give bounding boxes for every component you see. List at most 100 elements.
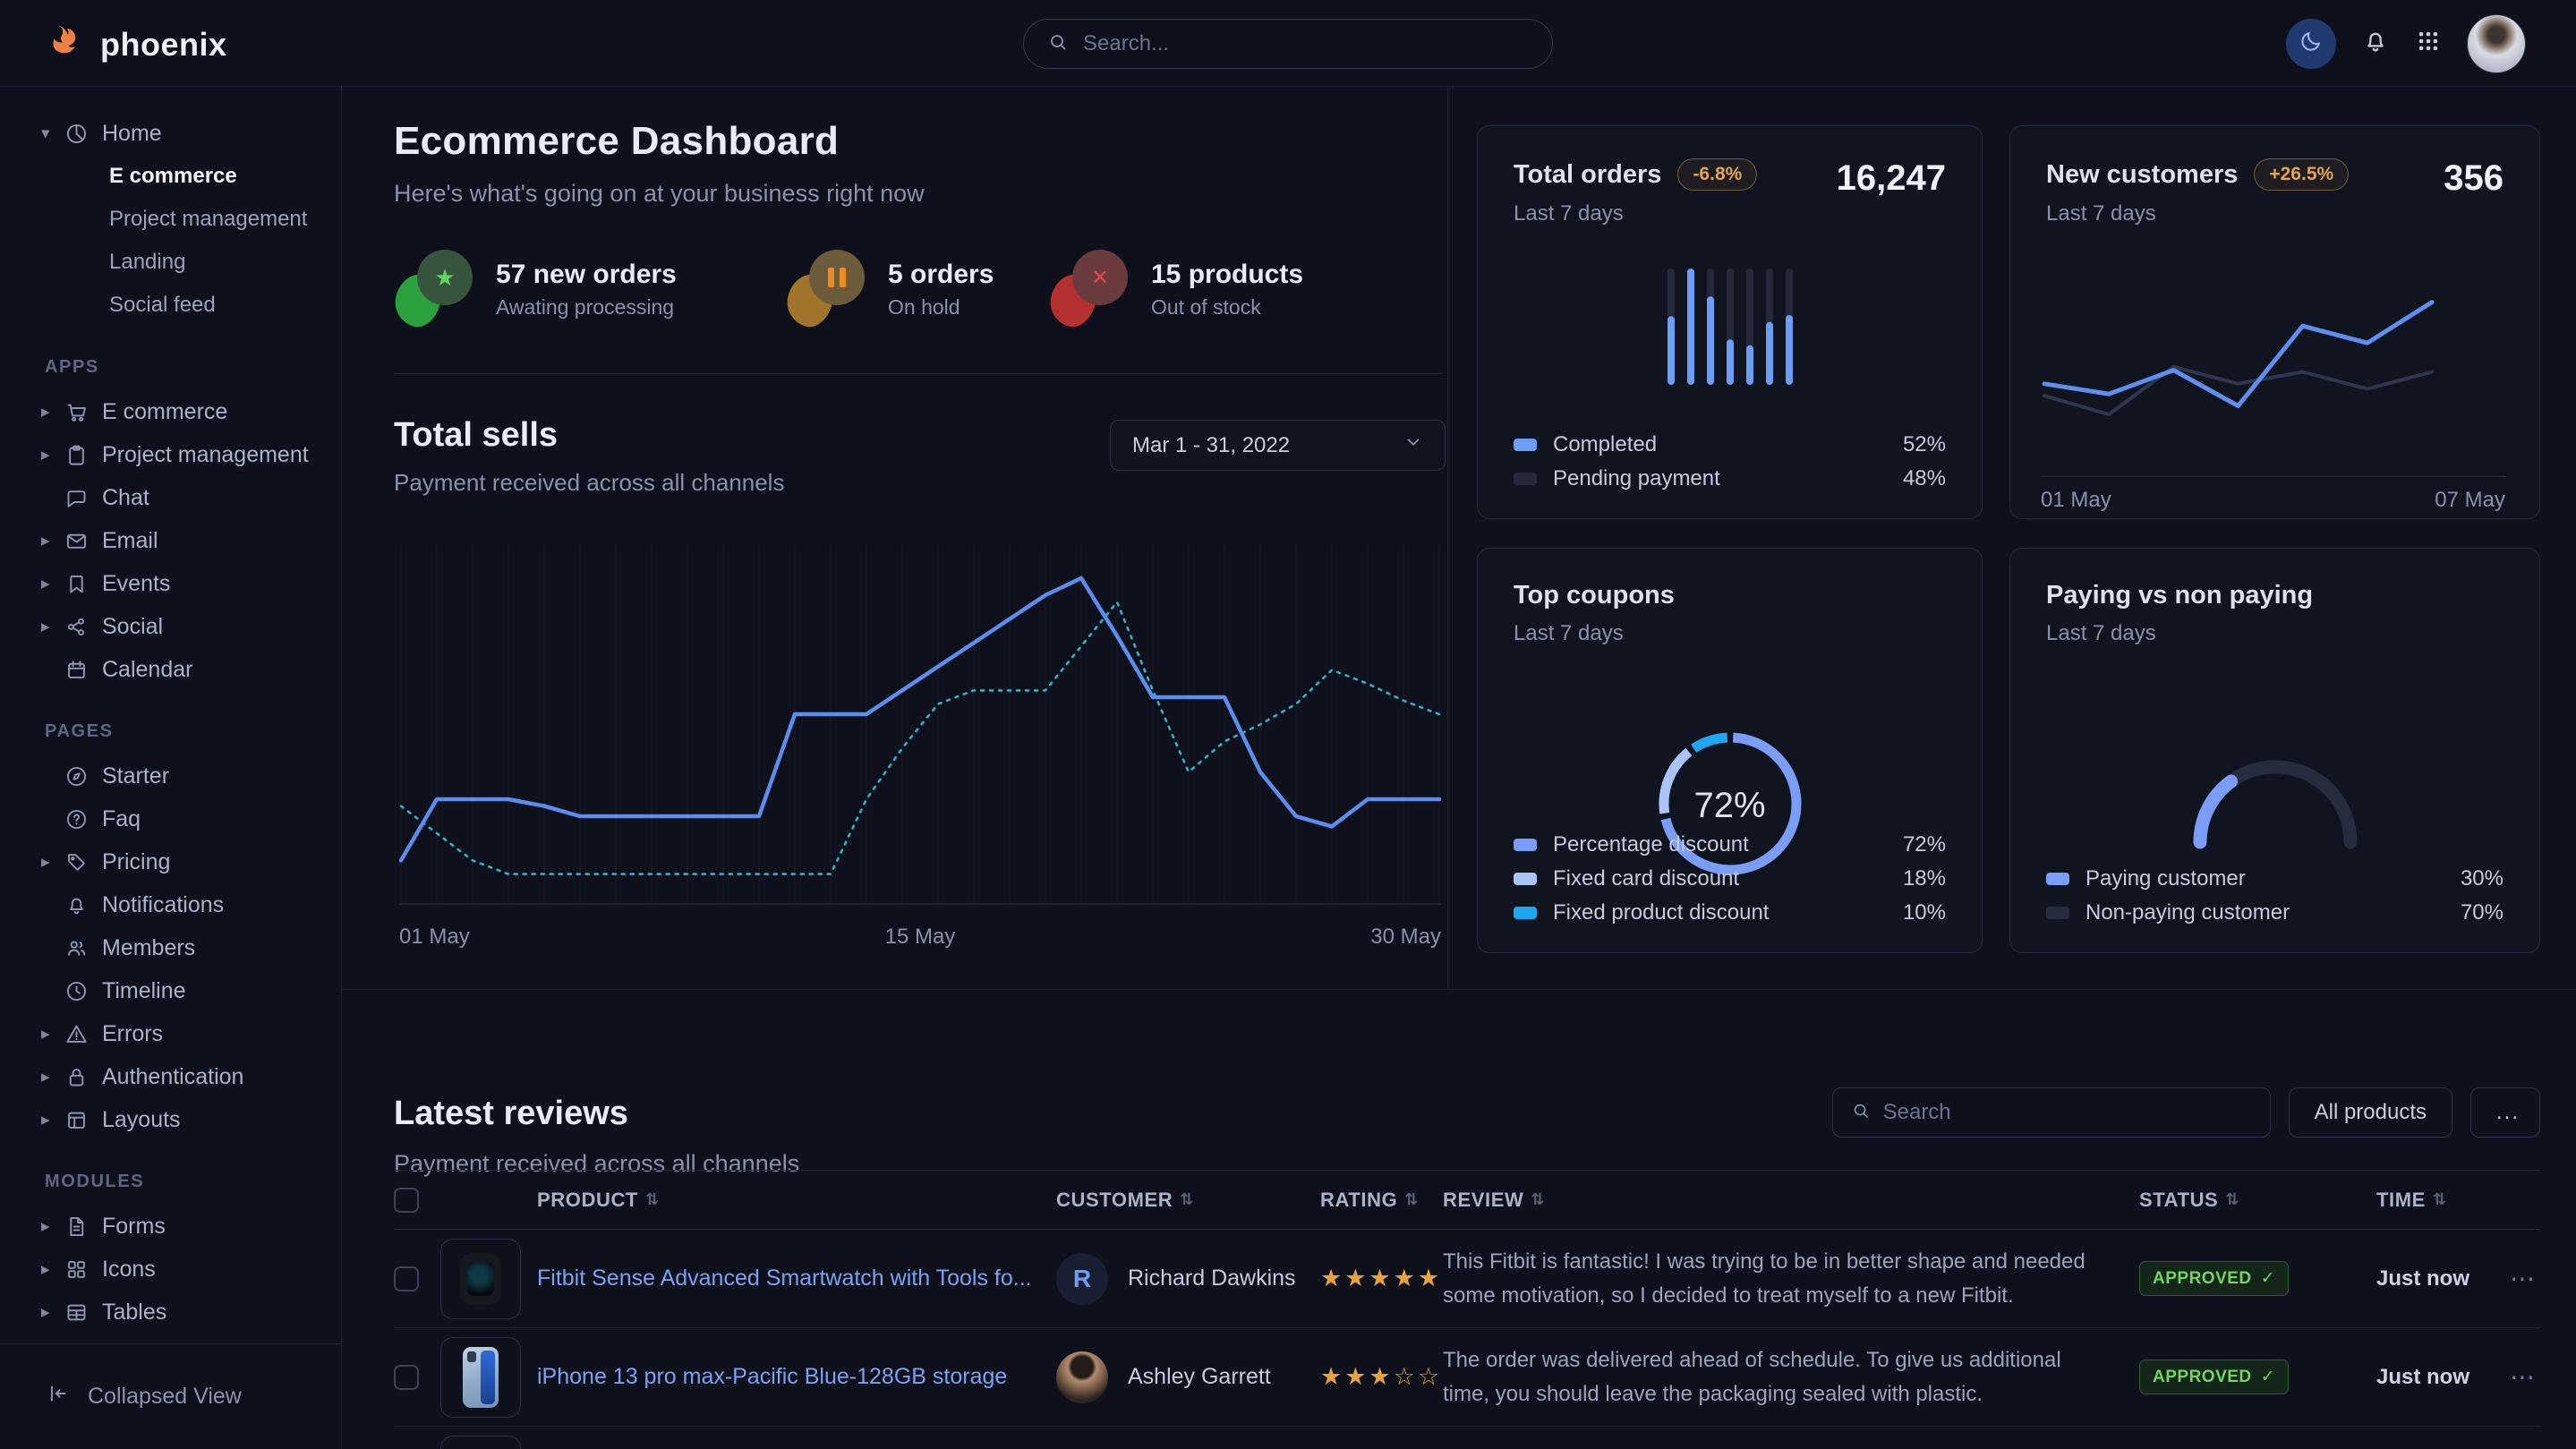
sidebar-subitem-social-feed[interactable]: Social feed: [0, 284, 341, 327]
app-root: phoenix: [0, 0, 2576, 1449]
caret-right-icon: ▸: [41, 1259, 64, 1280]
apps-menu-button[interactable]: [2415, 28, 2442, 59]
reviews-table-header: PRODUCT⇅CUSTOMER⇅RATING⇅REVIEW⇅STATUS⇅TI…: [394, 1171, 2540, 1230]
watch-image: [460, 1253, 501, 1305]
stat-text: 5 ordersOn hold: [888, 260, 994, 320]
tag-icon: [64, 850, 102, 874]
reviews-search-input[interactable]: [1883, 1100, 2252, 1125]
column-header-product[interactable]: PRODUCT⇅: [537, 1189, 1056, 1212]
sidebar-item-authentication[interactable]: ▸Authentication: [0, 1055, 341, 1098]
rating-stars: ★★★★★: [1320, 1265, 1443, 1292]
column-header-status[interactable]: STATUS⇅: [2139, 1189, 2376, 1212]
theme-toggle-button[interactable]: [2286, 19, 2336, 69]
sidebar: ▾HomeE commerceProject managementLanding…: [0, 87, 342, 1449]
sidebar-item-events[interactable]: ▸Events: [0, 562, 341, 605]
all-products-button[interactable]: All products: [2289, 1087, 2452, 1138]
sidebar-item-label: Email: [102, 528, 158, 554]
stat-text: 57 new ordersAwating processing: [496, 260, 677, 320]
product-link[interactable]: iPhone 13 pro max-Pacific Blue-128GB sto…: [537, 1364, 1007, 1389]
notifications-button[interactable]: [2361, 27, 2390, 60]
caret-right-icon: ▸: [41, 852, 64, 873]
customer-name[interactable]: Richard Dawkins: [1128, 1266, 1296, 1291]
sidebar-item-layouts[interactable]: ▸Layouts: [0, 1098, 341, 1141]
legend-row: Completed52%: [1514, 432, 1946, 457]
latest-reviews-section: Latest reviews Payment received across a…: [394, 1075, 2540, 1449]
sidebar-item-timeline[interactable]: Timeline: [0, 969, 341, 1012]
phone-image: [463, 1347, 499, 1408]
select-all-checkbox[interactable]: [394, 1188, 419, 1213]
stat-sublabel: Awating processing: [496, 295, 677, 320]
bookmark-icon: [64, 572, 102, 596]
tableic-icon: [64, 1300, 102, 1325]
sidebar-item-social[interactable]: ▸Social: [0, 605, 341, 648]
caret-right-icon: ▸: [41, 617, 64, 637]
bell-icon: [64, 893, 102, 917]
customer-cell: RRichard Dawkins: [1056, 1253, 1320, 1305]
sidebar-item-starter[interactable]: Starter: [0, 754, 341, 797]
caret-right-icon: ▸: [41, 1302, 64, 1323]
product-cell: iPhone 13 pro max-Pacific Blue-128GB sto…: [537, 1364, 1056, 1390]
legend-swatch: [1514, 907, 1537, 919]
star-icon: ★: [434, 264, 455, 292]
column-header-time[interactable]: TIME⇅: [2376, 1189, 2508, 1212]
sort-icon: ⇅: [2225, 1190, 2239, 1209]
sidebar-item-forms[interactable]: ▸Forms: [0, 1205, 341, 1248]
legend-row: Fixed product discount10%: [1514, 900, 1946, 925]
sidebar-item-errors[interactable]: ▸Errors: [0, 1012, 341, 1055]
sidebar-item-calendar[interactable]: Calendar: [0, 648, 341, 691]
user-avatar[interactable]: [2467, 14, 2526, 73]
sidebar-item-faq[interactable]: Faq: [0, 797, 341, 840]
column-header-rating[interactable]: RATING⇅: [1320, 1189, 1443, 1212]
kpi-cards: Total orders -6.8% Last 7 days 16,247 Co…: [1477, 125, 2540, 953]
sidebar-subitem-e-commerce[interactable]: E commerce: [0, 155, 341, 198]
sidebar-item-label: Errors: [102, 1021, 163, 1047]
sidebar-item-label: Starter: [102, 763, 169, 789]
sidebar-item-tables[interactable]: ▸Tables: [0, 1291, 341, 1324]
total-orders-value: 16,247: [1837, 158, 1946, 199]
collapse-icon: [47, 1382, 70, 1411]
sidebar-item-pricing[interactable]: ▸Pricing: [0, 840, 341, 883]
search-input[interactable]: [1083, 31, 1529, 56]
sidebar-item-email[interactable]: ▸Email: [0, 519, 341, 562]
sidebar-item-label: E commerce: [102, 399, 227, 425]
reviews-search[interactable]: [1832, 1087, 2271, 1138]
caret-right-icon: ▸: [41, 1110, 64, 1130]
customer-name[interactable]: Ashley Garrett: [1128, 1364, 1271, 1390]
product-thumbnail[interactable]: [440, 1239, 521, 1319]
sidebar-item-home[interactable]: ▾Home: [0, 112, 341, 155]
sidebar-item-notifications[interactable]: Notifications: [0, 883, 341, 926]
brand-logo[interactable]: phoenix: [47, 21, 227, 67]
total-orders-legend: Completed52%Pending payment48%: [1514, 432, 1946, 491]
product-thumbnail[interactable]: [440, 1436, 521, 1449]
caret-right-icon: ▸: [41, 1216, 64, 1237]
global-search[interactable]: [1023, 19, 1553, 69]
sidebar-item-members[interactable]: Members: [0, 926, 341, 969]
row-menu-button[interactable]: ⋯: [2508, 1264, 2540, 1293]
product-link[interactable]: Fitbit Sense Advanced Smartwatch with To…: [537, 1266, 1032, 1291]
stat-sublabel: Out of stock: [1151, 295, 1303, 320]
sidebar-item-e-commerce[interactable]: ▸E commerce: [0, 390, 341, 433]
sidebar-item-label: Events: [102, 571, 170, 597]
sidebar-subitem-landing[interactable]: Landing: [0, 241, 341, 284]
sidebar-item-label: Authentication: [102, 1064, 243, 1090]
sidebar-item-chat[interactable]: Chat: [0, 476, 341, 519]
row-checkbox[interactable]: [394, 1266, 419, 1291]
sort-icon: ⇅: [1404, 1190, 1419, 1209]
top-navbar: phoenix: [0, 0, 2576, 87]
new-customers-card: New customers +26.5% Last 7 days 356 01 …: [2009, 125, 2540, 519]
date-range-select[interactable]: Mar 1 - 31, 2022: [1110, 420, 1446, 471]
row-menu-button[interactable]: ⋯: [2508, 1362, 2540, 1392]
stat-circle-shape: ★: [417, 250, 473, 305]
product-thumbnail[interactable]: [440, 1337, 521, 1418]
sidebar-subitem-project-management[interactable]: Project management: [0, 198, 341, 241]
collapsed-view-button[interactable]: Collapsed View: [0, 1382, 242, 1411]
grid4-icon: [64, 1257, 102, 1282]
column-header-review[interactable]: REVIEW⇅: [1443, 1189, 2139, 1212]
sidebar-item-project-management[interactable]: ▸Project management: [0, 433, 341, 476]
sidebar-item-icons[interactable]: ▸Icons: [0, 1248, 341, 1291]
reviews-more-button[interactable]: ...: [2470, 1087, 2540, 1138]
page-title: Ecommerce Dashboard: [394, 119, 839, 164]
stat-new-orders-icon: ★: [396, 250, 473, 328]
row-checkbox[interactable]: [394, 1365, 419, 1390]
column-header-customer[interactable]: CUSTOMER⇅: [1056, 1189, 1320, 1212]
